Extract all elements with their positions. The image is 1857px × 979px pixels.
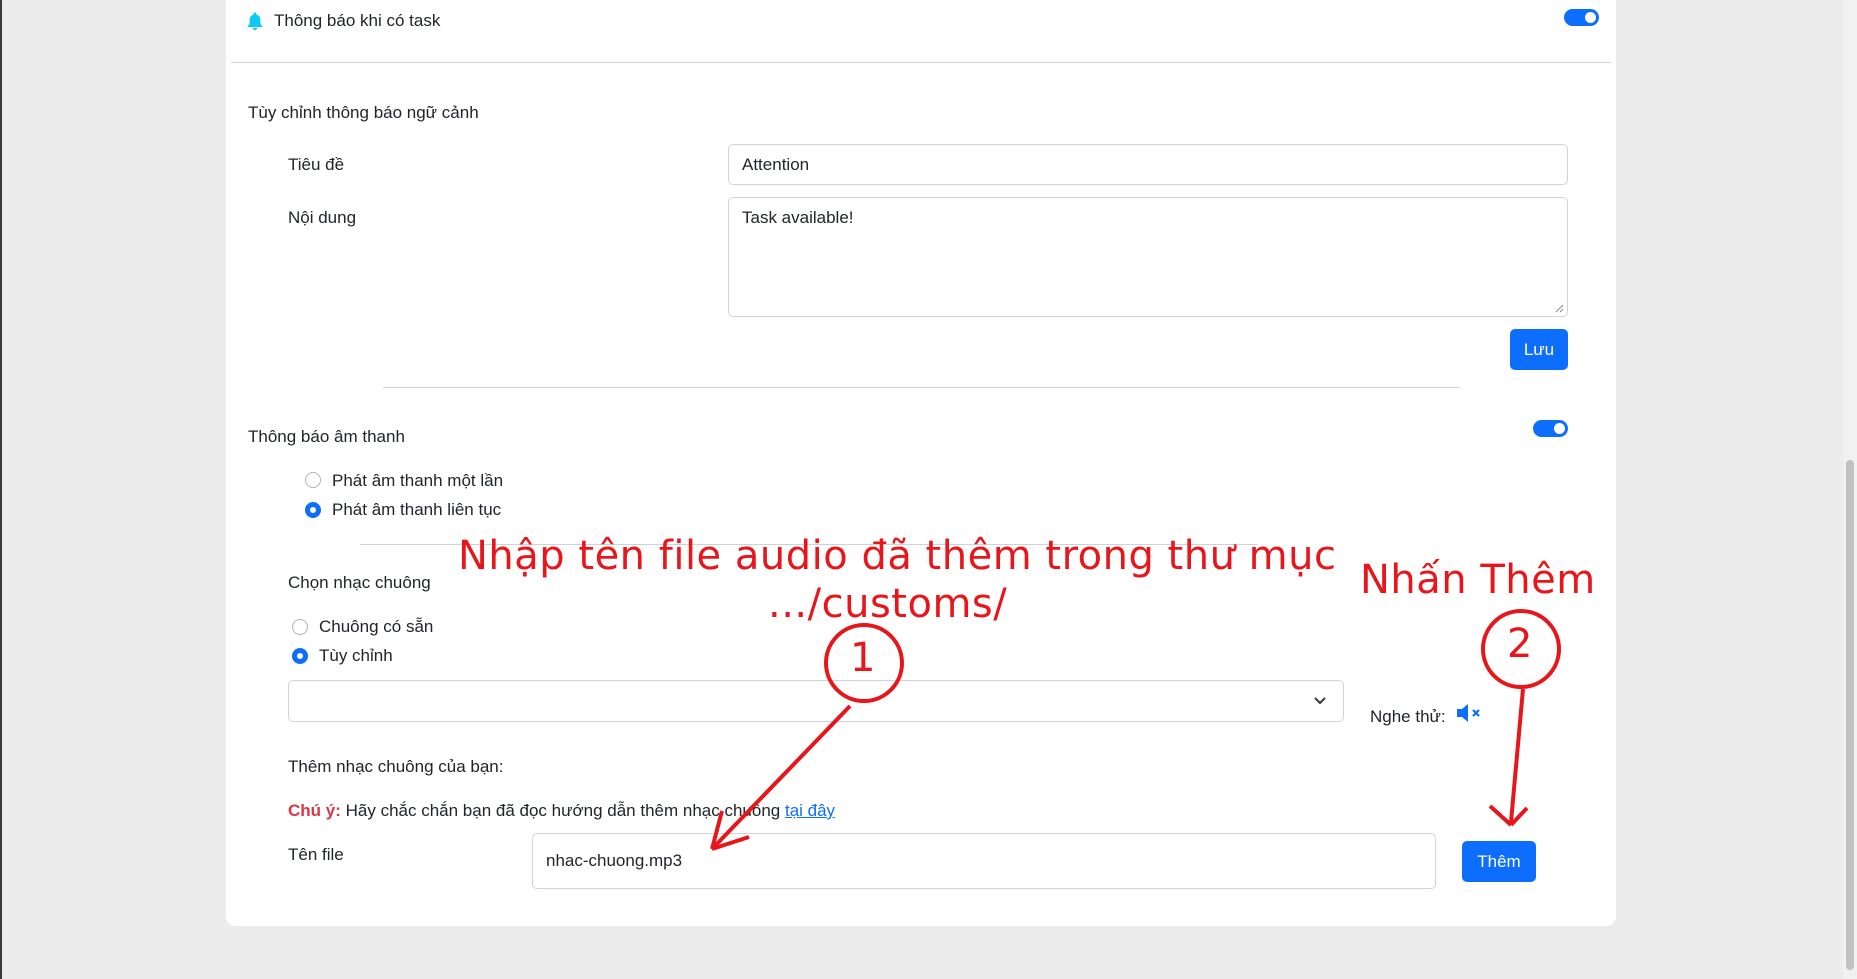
step1-number: 1 [850, 635, 876, 681]
annotation-overlay [710, 609, 1561, 851]
scrollbar-thumb[interactable] [1846, 460, 1854, 970]
step2-arrow-line [1509, 688, 1525, 823]
step2-number: 2 [1507, 621, 1533, 667]
step1-arrow-line [710, 704, 852, 851]
step2-arrow-head [1488, 804, 1529, 827]
